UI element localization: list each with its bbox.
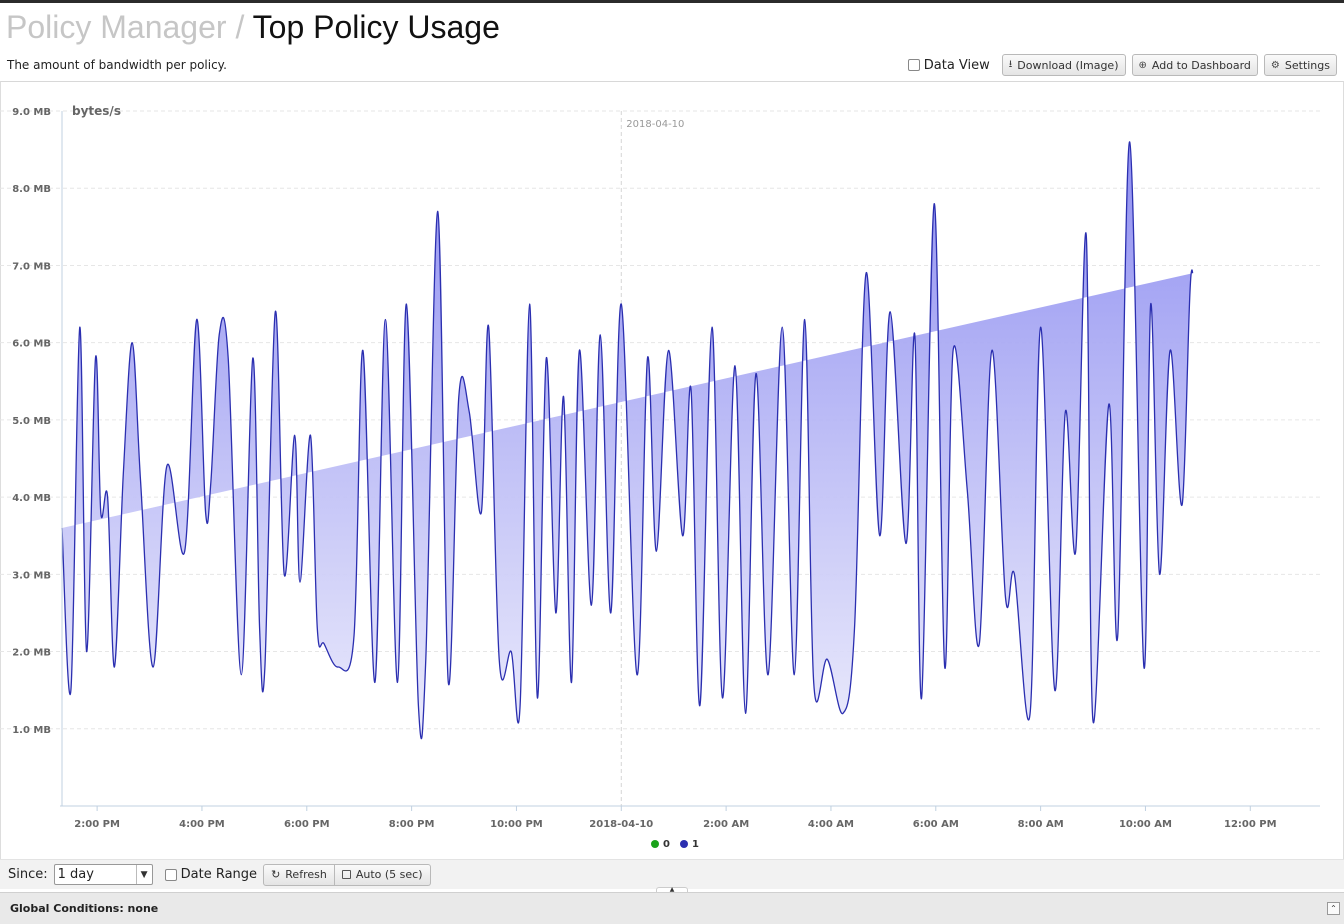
plus-circle-icon: ⊕ [1138, 59, 1147, 71]
x-tick-label: 2:00 AM [703, 819, 749, 830]
y-tick-label: 2.0 MB [12, 648, 51, 659]
legend-marker [680, 840, 688, 848]
since-value: 1 day [57, 867, 94, 882]
report-toolbar: Data View ⭳ Download (Image) ⊕ Add to Da… [907, 54, 1337, 76]
y-tick-label: 3.0 MB [12, 570, 51, 581]
x-tick-label: 4:00 PM [179, 819, 225, 830]
x-tick-label: 10:00 AM [1119, 819, 1172, 830]
gear-icon: ⚙ [1270, 59, 1280, 71]
date-marker-label: 2018-04-10 [626, 119, 684, 130]
time-controls-bar: Since: 1 day ▼ Date Range ↻ Refresh Auto… [0, 859, 1344, 889]
refresh-icon: ↻ [271, 868, 281, 881]
chevron-up-icon[interactable]: ⌃ [1327, 902, 1340, 915]
auto-refresh-label: Auto (5 sec) [355, 868, 423, 881]
data-view-checkbox[interactable] [907, 59, 920, 71]
breadcrumb-policy-manager[interactable]: Policy Manager [6, 9, 227, 45]
y-tick-label: 8.0 MB [12, 184, 51, 195]
x-tick-label: 10:00 PM [490, 819, 543, 830]
download-label: Download (Image) [1017, 58, 1119, 72]
global-conditions-bar: Global Conditions: none ⌃ [0, 892, 1344, 924]
global-conditions-text: Global Conditions: none [10, 902, 159, 915]
add-to-dashboard-label: Add to Dashboard [1151, 58, 1251, 72]
y-tick-label: 7.0 MB [12, 261, 51, 272]
settings-button[interactable]: ⚙ Settings [1263, 54, 1337, 76]
legend-item-1[interactable]: 1 [680, 839, 699, 850]
date-range-checkbox[interactable] [164, 868, 177, 881]
chart-legend: 01 [651, 839, 699, 850]
legend-marker [651, 840, 659, 848]
legend-item-0[interactable]: 0 [651, 839, 670, 850]
date-range-toggle[interactable]: Date Range [164, 867, 258, 882]
x-tick-label: 8:00 PM [389, 819, 435, 830]
report-description: The amount of bandwidth per policy. [7, 58, 227, 72]
y-tick-label: 1.0 MB [12, 725, 51, 736]
y-tick-label: 5.0 MB [12, 416, 51, 427]
y-axis-title: bytes/s [72, 104, 121, 118]
date-range-label: Date Range [180, 867, 258, 882]
breadcrumb-separator: / [235, 9, 245, 45]
page-title: Policy Manager / Top Policy Usage [6, 8, 500, 46]
data-view-label: Data View [923, 57, 990, 73]
auto-refresh-checkbox-icon [341, 870, 351, 879]
y-tick-label: 4.0 MB [12, 493, 51, 504]
data-view-toggle[interactable]: Data View [907, 57, 990, 73]
settings-label: Settings [1284, 58, 1330, 72]
download-image-button[interactable]: ⭳ Download (Image) [1001, 54, 1126, 76]
bandwidth-area-chart: 9.0 MB 8.0 MB 7.0 MB 6.0 MB 5.0 MB 4.0 MB 3.0 … [0, 104, 1320, 850]
download-icon: ⭳ [1008, 58, 1013, 70]
x-tick-label: 6:00 AM [913, 819, 959, 830]
x-tick-label: 6:00 PM [284, 819, 330, 830]
x-axis-labels: 2:00 PM 4:00 PM 6:00 PM 8:00 PM 10:00 PM 2018… [74, 806, 1277, 830]
refresh-label: Refresh [285, 868, 327, 881]
top-border [0, 0, 1344, 3]
y-axis-labels: 9.0 MB 8.0 MB 7.0 MB 6.0 MB 5.0 MB 4.0 MB 3.0 … [12, 107, 51, 736]
x-tick-label: 4:00 AM [808, 819, 854, 830]
add-to-dashboard-button[interactable]: ⊕ Add to Dashboard [1131, 54, 1258, 76]
since-select[interactable]: 1 day ▼ [53, 864, 153, 885]
report-title: Top Policy Usage [252, 9, 500, 45]
legend-label: 0 [663, 839, 670, 850]
x-tick-label: 2018-04-10 [589, 819, 653, 830]
x-tick-label: 12:00 PM [1224, 819, 1277, 830]
x-tick-label: 8:00 AM [1018, 819, 1064, 830]
legend-label: 1 [692, 839, 699, 850]
x-tick-label: 2:00 PM [74, 819, 120, 830]
since-label: Since: [8, 867, 48, 882]
auto-refresh-toggle[interactable]: Auto (5 sec) [334, 863, 431, 886]
y-tick-label: 9.0 MB [12, 107, 51, 118]
refresh-button[interactable]: ↻ Refresh [263, 863, 335, 886]
y-tick-label: 6.0 MB [12, 339, 51, 350]
chevron-down-icon: ▼ [135, 865, 152, 884]
